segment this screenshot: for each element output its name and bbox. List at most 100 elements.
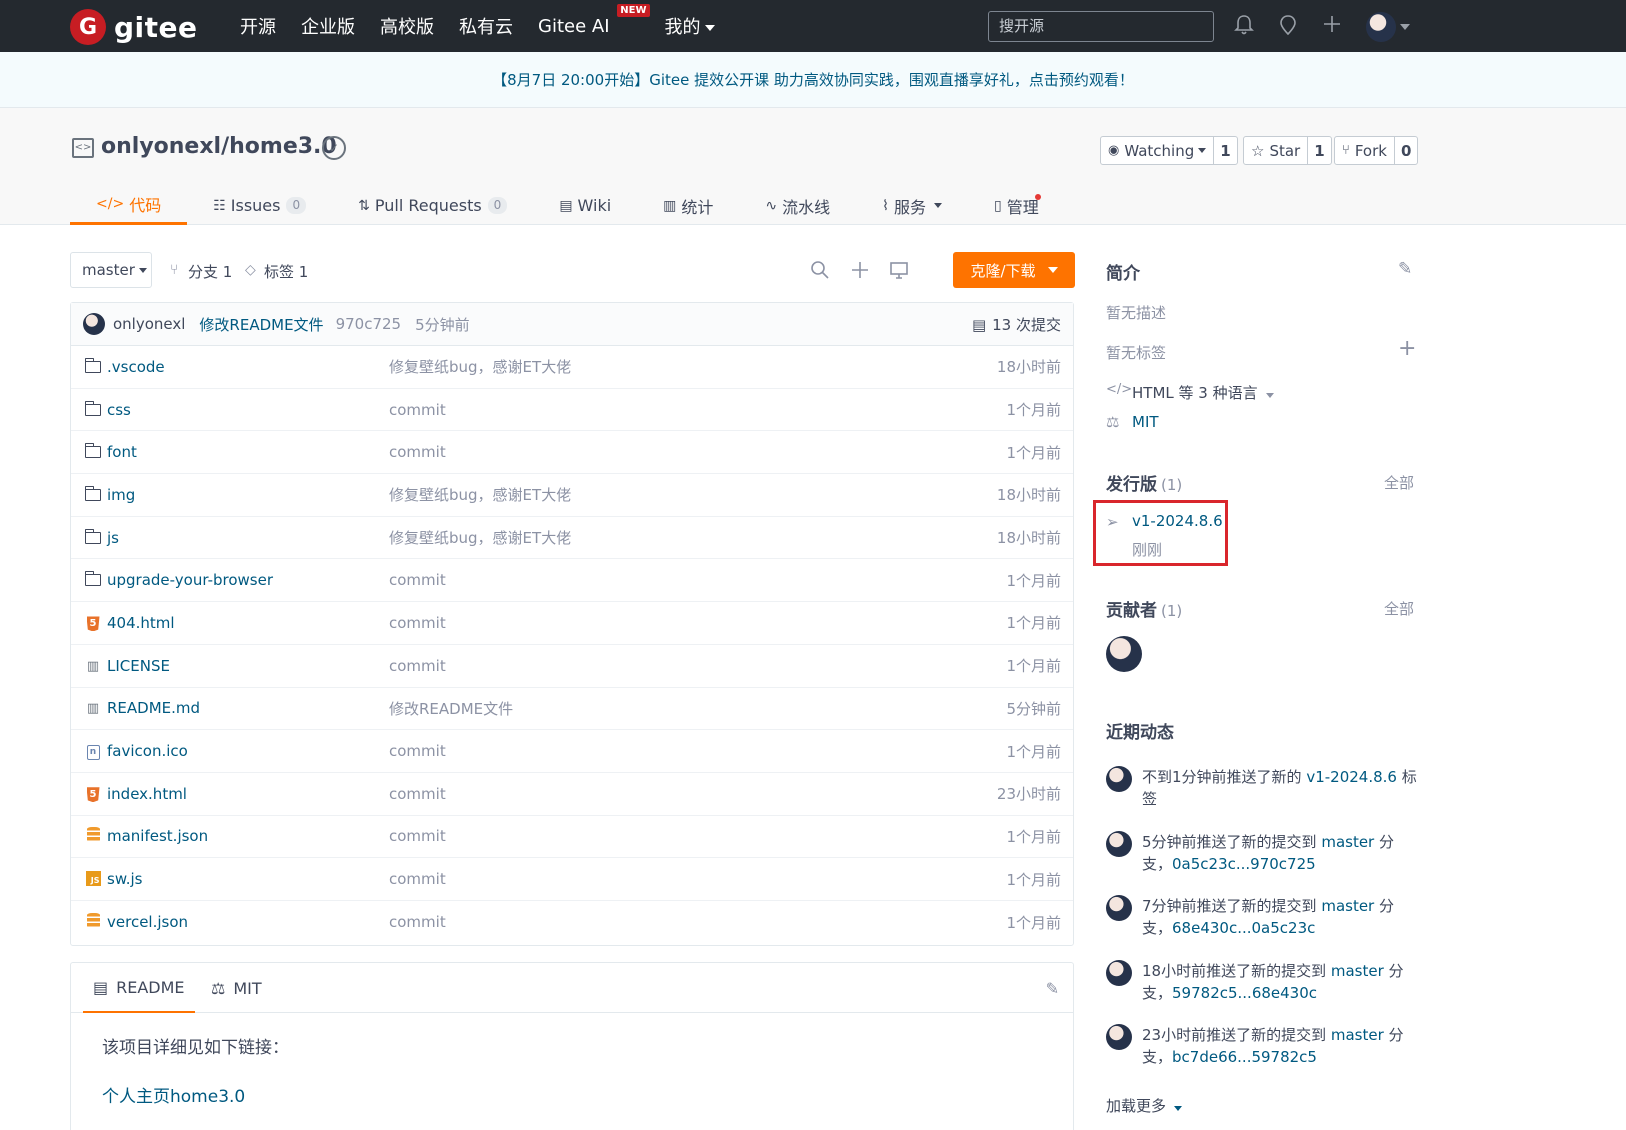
tab-pipeline[interactable]: ∿ 流水线 bbox=[739, 186, 856, 225]
file-row[interactable]: css commit 1个月前 bbox=[71, 389, 1073, 432]
star-count[interactable]: 1 bbox=[1307, 137, 1330, 164]
location-pin-icon[interactable] bbox=[1276, 14, 1300, 38]
activity-avatar[interactable] bbox=[1106, 766, 1132, 792]
tab-services[interactable]: ⌇ 服务 bbox=[856, 186, 968, 225]
edit-icon[interactable]: ✎ bbox=[1046, 979, 1059, 998]
file-commit-message[interactable]: commit bbox=[389, 785, 446, 803]
file-row[interactable]: js 修复壁纸bug，感谢ET大佬 18小时前 bbox=[71, 517, 1073, 560]
contributor-avatar[interactable] bbox=[1106, 636, 1142, 672]
nav-link-education[interactable]: 高校版 bbox=[380, 13, 434, 39]
activity-avatar[interactable] bbox=[1106, 895, 1132, 921]
file-name[interactable]: favicon.ico bbox=[107, 742, 188, 760]
file-commit-message[interactable]: commit bbox=[389, 913, 446, 931]
file-commit-message[interactable]: 修改README文件 bbox=[389, 698, 513, 719]
file-row[interactable]: ▥ LICENSE commit 1个月前 bbox=[71, 645, 1073, 688]
file-name[interactable]: manifest.json bbox=[107, 827, 208, 845]
file-name[interactable]: 404.html bbox=[107, 614, 175, 632]
user-avatar[interactable] bbox=[1366, 12, 1396, 42]
add-file-plus-icon[interactable] bbox=[850, 260, 870, 285]
announcement-banner[interactable]: 【8月7日 20:00开始】Gitee 提效公开课 助力高效协同实践，围观直播享… bbox=[0, 52, 1626, 108]
nav-link-opensource[interactable]: 开源 bbox=[240, 13, 276, 39]
search-icon[interactable] bbox=[810, 260, 830, 285]
activity-ref-link[interactable]: v1-2024.8.6 bbox=[1306, 768, 1397, 786]
contributors-all-link[interactable]: 全部 bbox=[1384, 598, 1414, 619]
file-commit-message[interactable]: commit bbox=[389, 614, 446, 632]
file-commit-message[interactable]: commit bbox=[389, 571, 446, 589]
activity-avatar[interactable] bbox=[1106, 960, 1132, 986]
file-commit-message[interactable]: commit bbox=[389, 657, 446, 675]
file-commit-message[interactable]: commit bbox=[389, 401, 446, 419]
file-name[interactable]: js bbox=[107, 529, 119, 547]
license-link[interactable]: MIT bbox=[1132, 413, 1159, 431]
file-commit-message[interactable]: 修复壁纸bug，感谢ET大佬 bbox=[389, 356, 571, 377]
tab-manage[interactable]: ▯ 管理 bbox=[968, 186, 1065, 225]
file-row[interactable]: upgrade-your-browser commit 1个月前 bbox=[71, 559, 1073, 603]
tags-link[interactable]: 标签 1 bbox=[264, 261, 308, 282]
avatar-chevron-down-icon[interactable] bbox=[1400, 24, 1410, 30]
tab-stats[interactable]: ▥ 统计 bbox=[637, 186, 739, 225]
fork-button[interactable]: ⑂ Fork 0 bbox=[1334, 136, 1419, 165]
nav-link-private-cloud[interactable]: 私有云 bbox=[459, 13, 513, 39]
activity-avatar[interactable] bbox=[1106, 1024, 1132, 1050]
file-row[interactable]: img 修复壁纸bug，感谢ET大佬 18小时前 bbox=[71, 474, 1073, 517]
activity-ref-link[interactable]: master bbox=[1321, 897, 1374, 915]
commit-sha[interactable]: 970c725 bbox=[336, 315, 402, 333]
commit-author[interactable]: onlyonexl bbox=[113, 315, 185, 333]
branch-selector[interactable]: master bbox=[70, 252, 152, 288]
file-name[interactable]: index.html bbox=[107, 785, 187, 803]
search-input[interactable] bbox=[988, 11, 1214, 42]
clone-download-button[interactable]: 克隆/下载 bbox=[953, 252, 1075, 288]
star-button[interactable]: ☆ Star 1 bbox=[1243, 136, 1332, 165]
file-row[interactable]: vercel.json commit 1个月前 bbox=[71, 901, 1073, 944]
commit-author-avatar[interactable] bbox=[83, 313, 105, 335]
branches-link[interactable]: 分支 1 bbox=[188, 261, 232, 282]
file-row[interactable]: 5 404.html commit 1个月前 bbox=[71, 602, 1073, 645]
watching-button[interactable]: ◉ Watching 1 bbox=[1100, 136, 1238, 165]
activity-ref-link[interactable]: master bbox=[1331, 962, 1384, 980]
activity-ref-link[interactable]: master bbox=[1321, 833, 1374, 851]
file-row[interactable]: .vscode 修复壁纸bug，感谢ET大佬 18小时前 bbox=[71, 346, 1073, 389]
tab-readme[interactable]: ▤ README bbox=[83, 963, 195, 1013]
tab-wiki[interactable]: ▤ Wiki bbox=[533, 186, 637, 225]
fork-count[interactable]: 0 bbox=[1393, 137, 1417, 164]
file-row[interactable]: font commit 1个月前 bbox=[71, 431, 1073, 475]
file-row[interactable]: n favicon.ico commit 1个月前 bbox=[71, 730, 1073, 773]
activity-compare-link[interactable]: 59782c5...68e430c bbox=[1172, 984, 1317, 1002]
commit-count[interactable]: ▤ 13 次提交 bbox=[972, 314, 1061, 335]
load-more-link[interactable]: 加载更多 bbox=[1106, 1095, 1183, 1116]
tab-license[interactable]: ⚖ MIT bbox=[211, 963, 262, 1013]
file-row[interactable]: ▥ README.md 修改README文件 5分钟前 bbox=[71, 688, 1073, 731]
file-name[interactable]: css bbox=[107, 401, 131, 419]
file-name[interactable]: font bbox=[107, 443, 137, 461]
add-tag-plus-icon[interactable]: + bbox=[1398, 336, 1416, 361]
tab-code[interactable]: </> 代码 bbox=[70, 186, 188, 225]
file-row[interactable]: JS sw.js commit 1个月前 bbox=[71, 858, 1073, 901]
edit-icon[interactable]: ✎ bbox=[1398, 259, 1412, 279]
readme-homepage-link[interactable]: 个人主页home3.0 bbox=[102, 1087, 245, 1107]
nav-link-mine[interactable]: 我的 bbox=[665, 13, 715, 39]
file-commit-message[interactable]: commit bbox=[389, 742, 446, 760]
plus-icon[interactable] bbox=[1320, 14, 1344, 38]
commit-message[interactable]: 修改README文件 bbox=[199, 314, 323, 335]
file-row[interactable]: manifest.json commit 1个月前 bbox=[71, 816, 1073, 859]
file-name[interactable]: img bbox=[107, 486, 135, 504]
activity-compare-link[interactable]: 0a5c23c...970c725 bbox=[1172, 855, 1316, 873]
nav-link-gitee-ai[interactable]: Gitee AI NEW bbox=[538, 3, 650, 37]
file-commit-message[interactable]: commit bbox=[389, 827, 446, 845]
file-name[interactable]: vercel.json bbox=[107, 913, 188, 931]
file-name[interactable]: sw.js bbox=[107, 870, 142, 888]
file-row[interactable]: 5 index.html commit 23小时前 bbox=[71, 773, 1073, 816]
releases-all-link[interactable]: 全部 bbox=[1384, 472, 1414, 493]
activity-compare-link[interactable]: 68e430c...0a5c23c bbox=[1172, 919, 1315, 937]
activity-compare-link[interactable]: bc7de66...59782c5 bbox=[1172, 1048, 1317, 1066]
nav-link-enterprise[interactable]: 企业版 bbox=[301, 13, 355, 39]
watching-count[interactable]: 1 bbox=[1213, 137, 1236, 164]
file-commit-message[interactable]: commit bbox=[389, 443, 446, 461]
file-name[interactable]: .vscode bbox=[107, 358, 165, 376]
gitee-logo[interactable]: G gitee bbox=[70, 9, 198, 45]
release-name[interactable]: v1-2024.8.6 bbox=[1132, 512, 1223, 530]
activity-ref-link[interactable]: master bbox=[1331, 1026, 1384, 1044]
language-summary[interactable]: HTML 等 3 种语言 bbox=[1132, 382, 1274, 403]
bell-icon[interactable] bbox=[1232, 14, 1256, 38]
recommended-badge-icon[interactable]: ✓ bbox=[322, 136, 346, 160]
